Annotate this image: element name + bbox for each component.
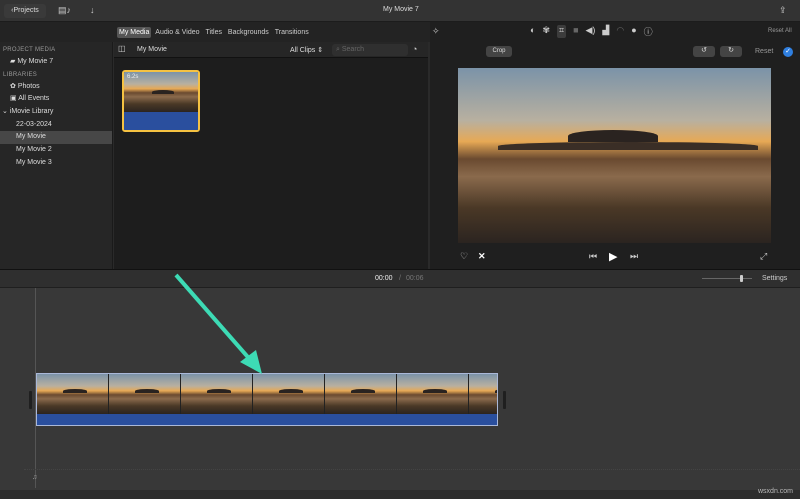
current-time: 00:00 [375,275,393,282]
media-import-icon[interactable]: ▤♪ [58,5,71,16]
clip-audio-waveform [124,112,198,130]
chevron-down-icon: ⌄ [2,108,8,116]
total-time: 00:06 [406,275,424,282]
share-icon[interactable]: ⇪ [779,5,787,16]
all-events-label: All Events [18,95,50,103]
video-preview [458,68,771,243]
clip-duration: 6.2s [127,74,139,80]
sidebar-toggle-icon[interactable]: ◫ [118,44,126,53]
sidebar-item-photos[interactable]: ✿ Photos [0,81,112,94]
media-tabs: My Media Audio & Video Titles Background… [0,22,430,42]
clip-filmstrip [37,374,497,414]
sidebar-item-project[interactable]: ▰ My Movie 7 [0,56,112,69]
watermark: wsxdn.com [758,488,794,495]
rotate-left-icon: ↺ [701,47,707,54]
apply-checkmark-icon[interactable]: ✓ [783,47,793,57]
stabilization-icon[interactable]: ■ [573,25,578,38]
timeline-header: 00:00 / 00:06 Settings [0,269,800,288]
info-icon[interactable]: ⓘ [644,25,653,38]
clip-appearance-icon[interactable]: ◔ [412,44,417,54]
color-correction-icon[interactable]: ✾ [542,25,550,38]
library-label: iMovie Library [9,108,54,116]
search-placeholder: Search [341,46,365,53]
filmstrip-frame [109,374,181,414]
section-project-media: PROJECT MEDIA [3,47,56,53]
timeline: ♫ [0,288,800,490]
tab-titles[interactable]: Titles [204,27,224,38]
search-icon: ⌕ [336,46,340,53]
filter-icon[interactable]: ● [631,25,636,38]
reset-all-button[interactable]: Reset All [768,28,792,34]
annotation-arrow [174,273,262,374]
sidebar-event[interactable]: 22-03-2024 [0,119,112,132]
photos-icon: ✿ [10,82,16,90]
skip-back-icon[interactable]: ⏮ [589,251,597,262]
filmstrip-frame [469,374,497,414]
crop-button[interactable]: Crop [486,46,512,57]
sidebar-event[interactable]: My Movie 2 [0,144,112,157]
tab-backgrounds[interactable]: Backgrounds [226,27,271,38]
status-bar [0,490,800,499]
projects-button[interactable]: ‹Projects [4,4,46,18]
photos-label: Photos [17,82,40,90]
settings-button[interactable]: Settings [762,275,787,282]
timeline-right-handle[interactable] [503,391,506,409]
play-icon[interactable]: ▶ [609,250,617,263]
tab-transitions[interactable]: Transitions [273,27,311,38]
sidebar-event[interactable]: My Movie 3 [0,157,112,170]
timeline-left-handle[interactable] [29,391,32,409]
tab-my-media[interactable]: My Media [117,27,152,38]
tab-audio-video[interactable]: Audio & Video [153,27,201,38]
download-arrow-icon[interactable]: ↓ [90,5,95,15]
projects-label: Projects [13,7,39,14]
section-libraries: LIBRARIES [3,71,38,78]
filmstrip-frame [325,374,397,414]
crop-icon[interactable]: ⌗ [556,25,567,38]
library-sidebar: PROJECT MEDIA ▰ My Movie 7 LIBRARIES ✿ P… [0,42,113,269]
zoom-slider[interactable] [702,275,752,282]
rotate-left-button[interactable]: ↺ [693,46,715,57]
media-clip-thumbnail[interactable]: 6.2s [122,70,200,132]
rotate-right-button[interactable]: ↻ [720,46,742,57]
event-title: My Movie [137,46,167,53]
browser-header: ◫ My Movie All Clips ⇕ ⌕ Search ◔ [114,42,428,58]
filmstrip-frame [181,374,253,414]
clip-audio-track [37,414,497,425]
viewer: ✧ ◐ ✾ ⌗ ■ ◀) ▟ ◠ ● ⓘ Reset All Crop ↺ ↻ … [430,22,800,269]
clips-filter-select[interactable]: All Clips ⇕ [290,46,323,54]
color-balance-icon[interactable]: ◐ [530,25,535,38]
search-input[interactable]: ⌕ Search [332,44,408,56]
music-track-line [24,469,800,470]
filmstrip-frame [397,374,469,414]
fullscreen-icon[interactable]: ⤢ [760,251,767,262]
clapper-icon: ▰ [10,58,16,65]
sidebar-item-all-events[interactable]: ▣ All Events [0,93,112,106]
window-title: My Movie 7 [383,6,419,13]
project-label: My Movie 7 [17,58,54,65]
sidebar-item-library[interactable]: ⌄ iMovie Library [0,106,112,119]
speed-icon[interactable]: ◠ [616,25,624,38]
filter-label: All Clips [290,47,316,54]
music-note-icon: ♫ [32,474,38,481]
top-toolbar: ‹Projects ▤♪ ↓ My Movie 7 ⇪ [0,0,800,22]
reject-x-icon[interactable]: ✕ [478,251,486,262]
media-browser: ◫ My Movie All Clips ⇕ ⌕ Search ◔ 6.2s [114,42,428,269]
reset-button[interactable]: Reset [755,48,773,55]
timeline-clip[interactable] [36,373,498,426]
filmstrip-frame [37,374,109,414]
sidebar-event-selected[interactable]: My Movie [0,131,112,145]
zoom-slider-thumb[interactable] [740,275,743,282]
filmstrip-frame [253,374,325,414]
time-separator: / [399,275,401,282]
favorite-heart-icon[interactable]: ♡ [460,251,468,262]
equalizer-icon[interactable]: ▟ [602,25,609,38]
skip-forward-icon[interactable]: ⏭ [630,251,638,262]
events-icon: ▣ [10,95,17,103]
rotate-right-icon: ↻ [728,47,734,54]
magic-wand-icon[interactable]: ✧ [432,26,440,37]
volume-icon[interactable]: ◀) [586,25,596,38]
